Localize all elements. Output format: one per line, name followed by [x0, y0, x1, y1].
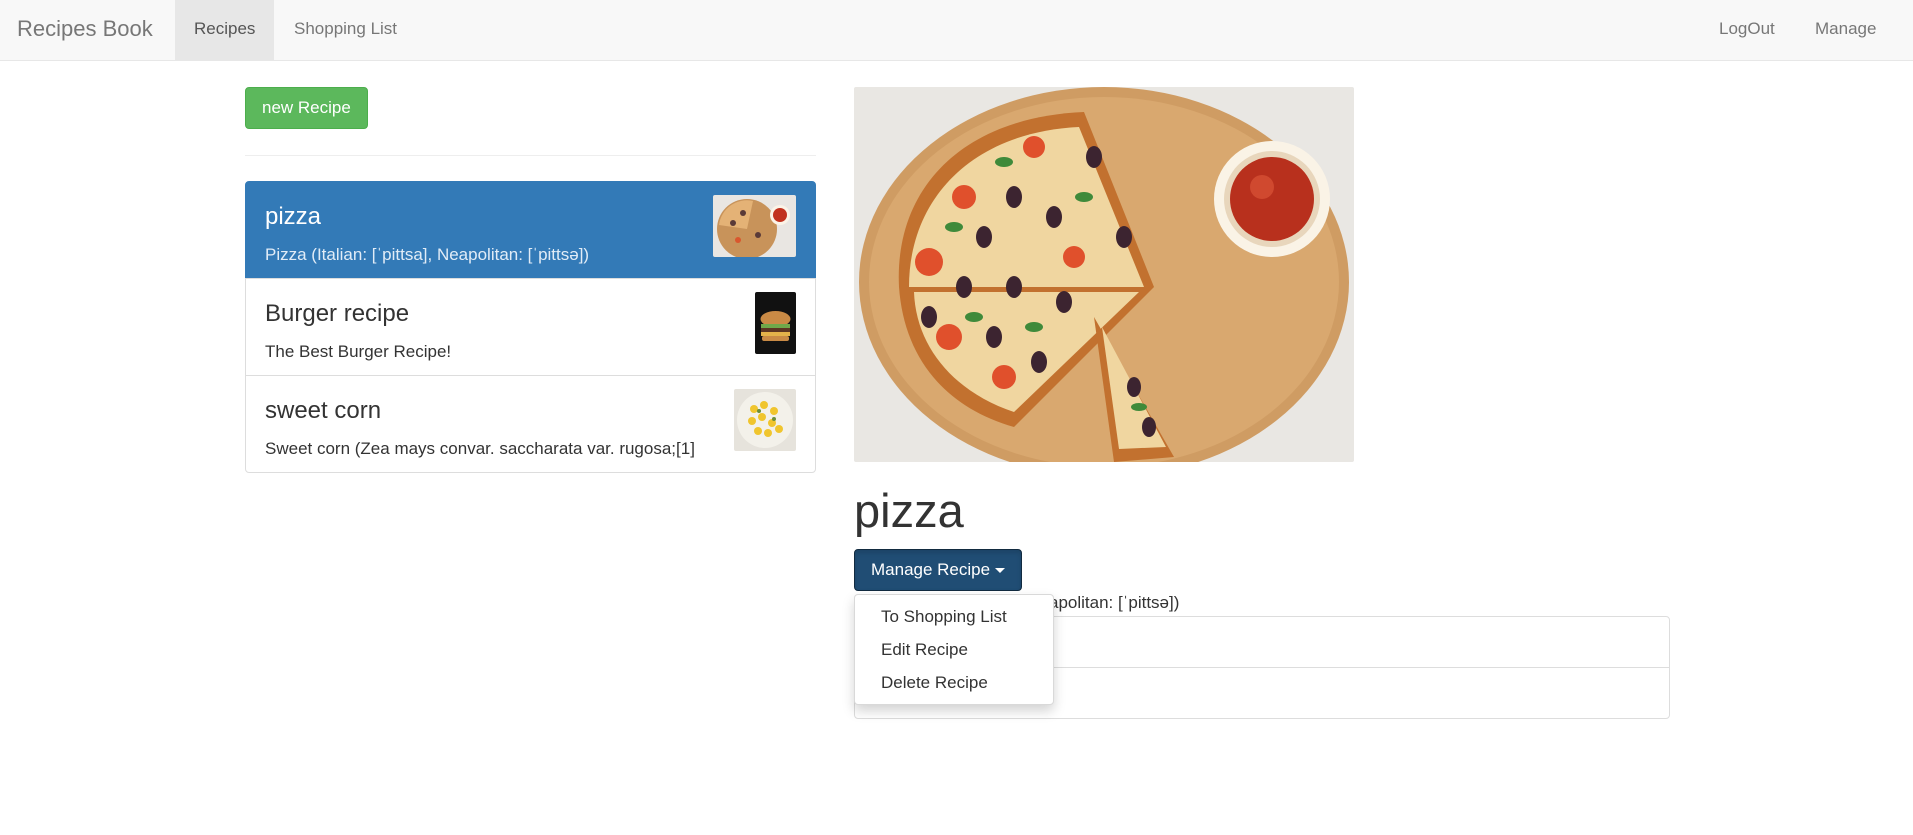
recipe-title: Burger recipe: [265, 300, 410, 327]
manage-recipe-button[interactable]: Manage Recipe: [854, 549, 1023, 591]
recipe-detail-description: apolitan: [ˈpittsə]): [1049, 592, 1179, 614]
manage-recipe-label: Manage Recipe: [871, 560, 991, 579]
menu-item-delete-recipe[interactable]: Delete Recipe: [855, 666, 1053, 699]
recipe-item-pizza[interactable]: pizza Pizza (Italian: [ˈpittsa], Neapoli…: [245, 181, 816, 279]
recipe-item-burger[interactable]: Burger recipe The Best Burger Recipe!: [245, 278, 816, 376]
recipe-description: Pizza (Italian: [ˈpittsa], Neapolitan: […: [265, 245, 590, 264]
recipe-description: The Best Burger Recipe!: [265, 342, 452, 361]
burger-thumbnail: [755, 292, 796, 354]
caret-down-icon: [995, 568, 1006, 574]
sweet-corn-thumbnail: [734, 389, 796, 451]
recipe-title: sweet corn: [265, 397, 382, 424]
recipe-detail-title: pizza: [854, 484, 964, 537]
menu-item-to-shopping-list[interactable]: To Shopping List: [855, 600, 1053, 633]
recipe-description-text: apolitan: [ˈpittsə]): [1049, 593, 1180, 612]
brand-link[interactable]: Recipes Book: [17, 15, 153, 43]
divider: [245, 155, 816, 156]
manage-recipe-dropdown: To Shopping List Edit Recipe Delete Reci…: [854, 594, 1054, 705]
recipe-image: [854, 87, 1354, 462]
recipe-title: pizza: [265, 203, 322, 230]
nav-shopping-list[interactable]: Shopping List: [275, 0, 416, 60]
recipe-item-sweet-corn[interactable]: sweet corn Sweet corn (Zea mays convar. …: [245, 375, 816, 473]
new-recipe-button[interactable]: new Recipe: [245, 87, 368, 129]
nav-logout[interactable]: LogOut: [1700, 0, 1794, 60]
pizza-thumbnail: [713, 195, 796, 257]
recipe-description: Sweet corn (Zea mays convar. saccharata …: [265, 439, 695, 458]
recipe-list: pizza Pizza (Italian: [ˈpittsa], Neapoli…: [245, 181, 816, 473]
menu-item-edit-recipe[interactable]: Edit Recipe: [855, 633, 1053, 666]
navbar: Recipes Book Recipes Shopping List LogOu…: [0, 0, 1913, 61]
nav-manage[interactable]: Manage: [1796, 0, 1895, 60]
nav-recipes[interactable]: Recipes: [175, 0, 275, 60]
